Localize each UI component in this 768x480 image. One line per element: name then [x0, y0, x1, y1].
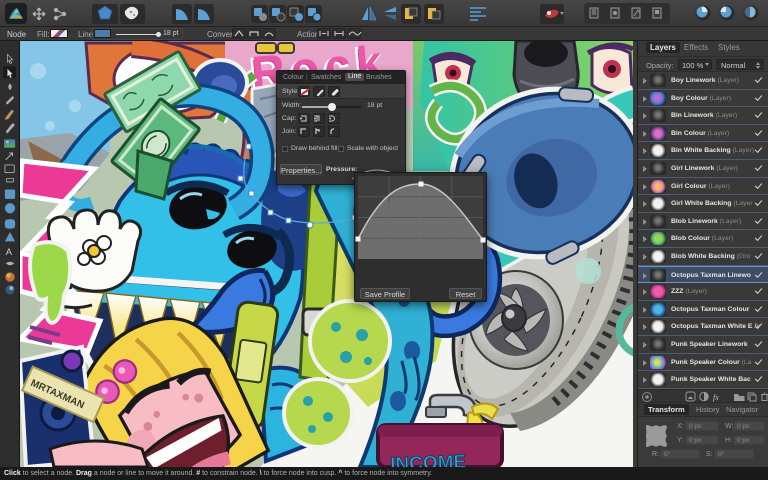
svg-text:INCOME: INCOME	[390, 452, 467, 467]
svg-text:A: A	[6, 247, 13, 257]
svg-text:fx: fx	[713, 393, 719, 402]
